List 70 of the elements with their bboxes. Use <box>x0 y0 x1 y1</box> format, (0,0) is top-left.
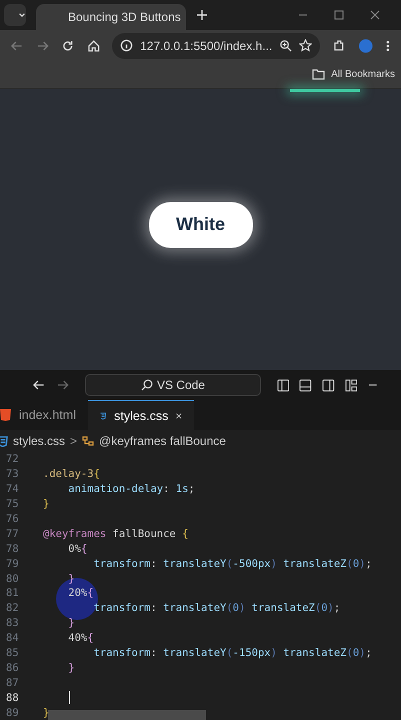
code-line: animation-delay: 1s; <box>67 483 195 496</box>
code-line: 0%{ <box>67 542 88 555</box>
code-line: 20%{ <box>67 587 94 600</box>
line-number: 84 <box>5 632 20 644</box>
code-line: } <box>43 498 50 510</box>
text-cursor <box>69 691 70 704</box>
secondary-sidebar-icon[interactable] <box>322 378 335 392</box>
code-line: } <box>67 662 75 674</box>
line-number: 72 <box>5 453 20 466</box>
line-number: 81 <box>5 587 20 600</box>
line-number: 75 <box>5 498 20 510</box>
code-line: transform: translateY(0) translateZ(0); <box>92 602 340 614</box>
puzzle-icon[interactable] <box>332 38 346 53</box>
panel-layout-icon[interactable] <box>299 378 312 392</box>
breadcrumb-separator: > <box>70 434 78 448</box>
line-number: 88 <box>5 692 20 704</box>
line-number: 83 <box>5 617 20 630</box>
css-file-icon <box>100 410 106 422</box>
more-icon[interactable] <box>385 38 392 53</box>
folder-icon <box>312 69 326 80</box>
breadcrumb-file[interactable]: styles.css <box>13 434 66 448</box>
line-number: 73 <box>5 468 20 480</box>
line-number: 79 <box>5 558 20 570</box>
line-number: 89 <box>5 706 20 719</box>
search-icon <box>140 379 153 392</box>
code-line: .delay-3{ <box>43 468 100 480</box>
close-icon[interactable] <box>369 9 381 21</box>
forward-arrow-icon[interactable] <box>56 378 70 392</box>
breadcrumb-symbol[interactable]: @keyframes fallBounce <box>99 434 226 448</box>
close-icon[interactable] <box>176 410 182 421</box>
browser-tab[interactable]: Bouncing 3D Buttons <box>36 4 186 30</box>
editor-tab[interactable]: index.html <box>0 400 88 430</box>
maximize-icon[interactable] <box>333 9 345 21</box>
pill-button[interactable]: White <box>148 202 252 248</box>
code-line: } <box>43 706 50 719</box>
code-line: } <box>67 617 75 630</box>
star-icon[interactable] <box>299 39 312 52</box>
sidebar-layout-icon[interactable] <box>276 378 290 392</box>
url-text: 127.0.0.1:5500/index.h... <box>140 38 272 53</box>
address-bar[interactable]: 127.0.0.1:5500/index.h... <box>112 32 320 59</box>
code-line: } <box>67 572 75 585</box>
button-edge <box>290 88 360 92</box>
code-line: 40%{ <box>67 632 94 644</box>
customize-layout-icon[interactable] <box>344 378 358 392</box>
new-tab-icon[interactable] <box>196 9 208 21</box>
reload-icon[interactable] <box>61 38 75 53</box>
code-line: transform: translateY(-150px) translateZ(0); <box>92 646 372 659</box>
html-file-icon <box>0 409 11 422</box>
line-number: 86 <box>5 662 20 674</box>
tab-list-button[interactable] <box>4 4 26 26</box>
line-number: 76 <box>5 512 20 525</box>
line-number: 78 <box>5 542 20 555</box>
code-line: transform: translateY(-500px) translateZ(0); <box>92 558 372 570</box>
symbol-icon <box>82 436 94 447</box>
bookmarks-label[interactable]: All Bookmarks <box>331 69 395 80</box>
code-line: @keyframes fallBounce { <box>43 528 188 540</box>
info-icon[interactable] <box>120 39 134 52</box>
line-number: 87 <box>5 676 20 689</box>
tab-title: Bouncing 3D Buttons <box>68 10 181 24</box>
line-number: 77 <box>5 528 20 540</box>
line-number: 85 <box>5 646 20 659</box>
line-number: 82 <box>5 602 20 614</box>
command-center[interactable]: VS Code <box>85 374 261 396</box>
forward-arrow-icon[interactable] <box>36 38 50 53</box>
line-number: 80 <box>5 572 20 585</box>
editor-tab[interactable]: styles.css <box>88 400 194 430</box>
home-icon[interactable] <box>86 38 100 53</box>
zoom-icon[interactable] <box>279 39 292 52</box>
line-number: 74 <box>5 483 20 496</box>
css-file-icon <box>0 436 8 447</box>
